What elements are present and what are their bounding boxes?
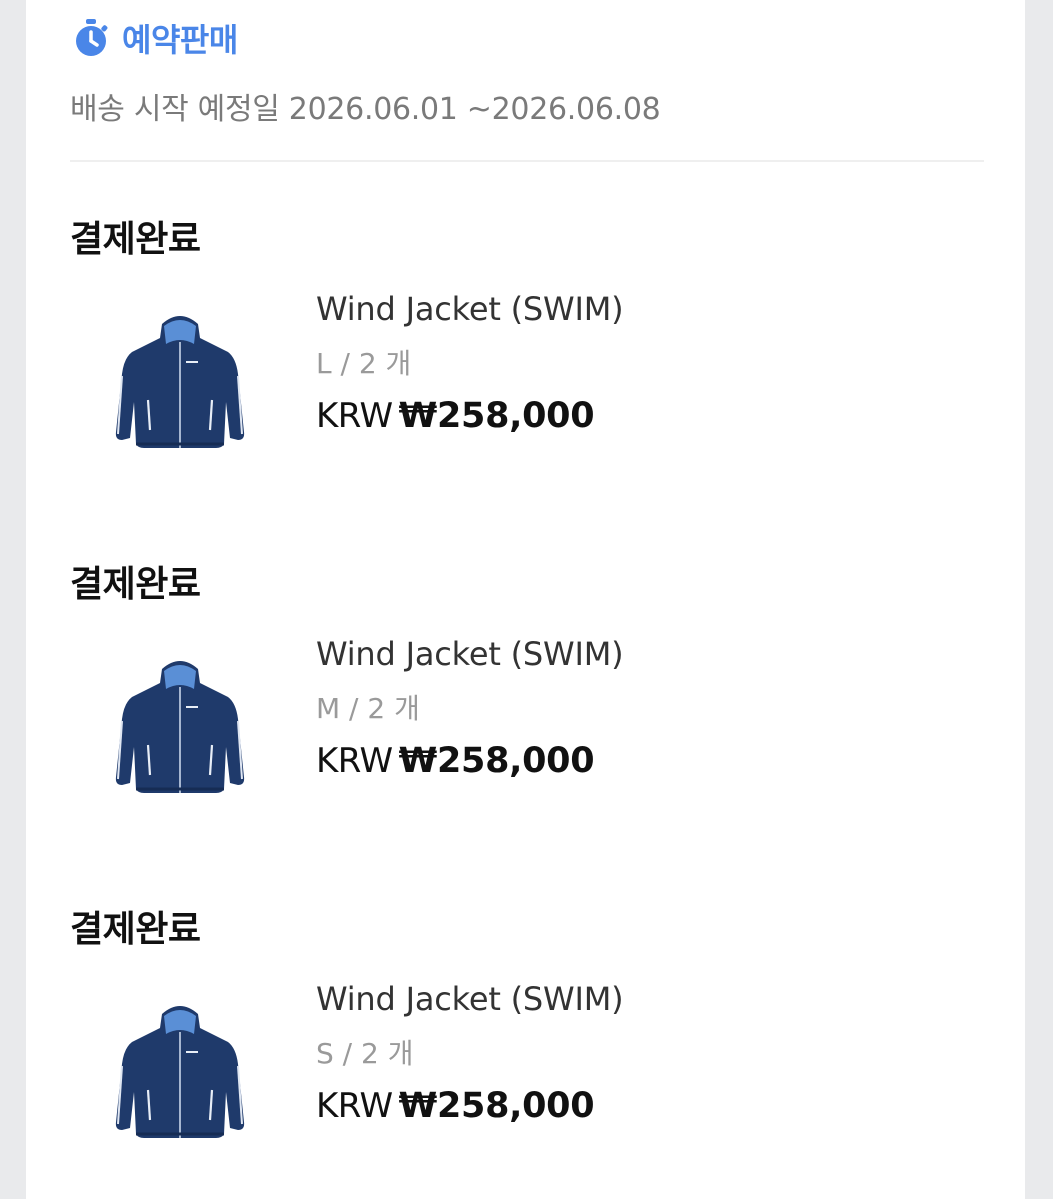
preorder-label: 예약판매: [122, 21, 238, 59]
product-name[interactable]: Wind Jacket (SWIM): [316, 635, 624, 673]
price-amount: ₩258,000: [398, 396, 595, 436]
price-currency: KRW: [316, 1086, 393, 1126]
price-currency: KRW: [316, 396, 393, 436]
jacket-image: [115, 1006, 245, 1138]
product-price: KRW ₩258,000: [316, 1086, 595, 1126]
order-status: 결제완료: [70, 909, 201, 950]
product-option: S / 2 개: [316, 1037, 414, 1070]
product-option: L / 2 개: [316, 347, 412, 380]
jacket-image: [115, 661, 245, 793]
order-card: 예약판매 배송 시작 예정일 2026.06.01 ~2026.06.08 결제…: [26, 0, 1025, 1199]
price-amount: ₩258,000: [398, 741, 595, 781]
product-thumbnail[interactable]: [100, 651, 260, 811]
preorder-header: 예약판매: [72, 16, 238, 60]
order-status: 결제완료: [70, 564, 201, 605]
divider: [70, 160, 984, 162]
product-option: M / 2 개: [316, 692, 420, 725]
shipping-date-range: 배송 시작 예정일 2026.06.01 ~2026.06.08: [70, 92, 661, 127]
order-item: 결제완료 Wind Jacket (SWIM) S / 2 개 KRW ₩258,…: [26, 900, 1025, 1199]
order-status: 결제완료: [70, 219, 201, 260]
product-name[interactable]: Wind Jacket (SWIM): [316, 980, 624, 1018]
order-item: 결제완료 Wind Jacket (SWIM) M / 2 개 KRW ₩258,…: [26, 555, 1025, 855]
product-name[interactable]: Wind Jacket (SWIM): [316, 290, 624, 328]
order-item: 결제완료 Wind Jacket (SWIM) L / 2 개 KRW ₩258,…: [26, 210, 1025, 510]
product-thumbnail[interactable]: [100, 996, 260, 1156]
stopwatch-icon: [76, 19, 108, 56]
product-thumbnail[interactable]: [100, 306, 260, 466]
product-price: KRW ₩258,000: [316, 396, 595, 436]
price-amount: ₩258,000: [398, 1086, 595, 1126]
price-currency: KRW: [316, 741, 393, 781]
jacket-image: [115, 316, 245, 448]
product-price: KRW ₩258,000: [316, 741, 595, 781]
